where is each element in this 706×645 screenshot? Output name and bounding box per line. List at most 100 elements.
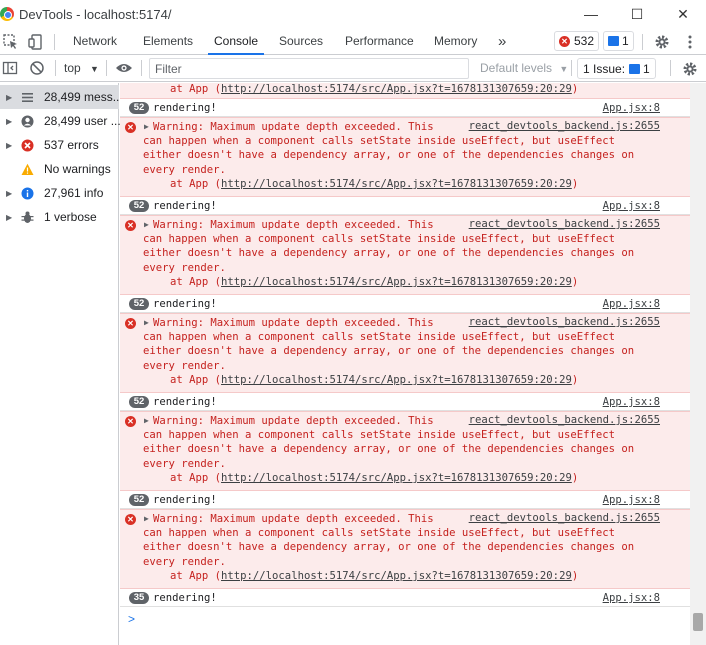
tab-network[interactable]: Network	[73, 28, 117, 55]
divider	[141, 60, 142, 76]
chrome-logo-icon	[0, 7, 14, 21]
stack-link[interactable]: http://localhost:5174/src/App.jsx?t=1678…	[221, 472, 572, 484]
console-log-row: 52 rendering! App.jsx:8	[120, 99, 690, 117]
expand-arrow-icon[interactable]: ▶	[144, 416, 149, 425]
message-icon	[608, 36, 619, 46]
inspect-element-icon[interactable]	[2, 33, 20, 51]
error-message-line: every render.	[143, 458, 226, 470]
source-link[interactable]: App.jsx:8	[603, 102, 660, 114]
context-select[interactable]: top ▼	[64, 61, 99, 75]
live-expression-eye-icon[interactable]	[115, 61, 133, 75]
stack-link[interactable]: http://localhost:5174/src/App.jsx?t=1678…	[221, 83, 572, 95]
console-log-row: 52 rendering! App.jsx:8	[120, 491, 690, 509]
error-message-line: every render.	[143, 164, 226, 176]
source-link[interactable]: react_devtools_backend.js:2655	[469, 414, 660, 426]
error-message-line: can happen when a component calls setSta…	[143, 429, 615, 441]
filter-input[interactable]	[149, 58, 469, 79]
sidebar-toggle-icon[interactable]	[2, 60, 18, 76]
expand-arrow-icon[interactable]: ▶	[6, 93, 12, 102]
tab-sources[interactable]: Sources	[279, 28, 323, 55]
error-message-line: Warning: Maximum update depth exceeded. …	[153, 317, 434, 329]
error-count-button[interactable]: ✕ 532	[554, 31, 600, 51]
expand-arrow-icon[interactable]: ▶	[144, 514, 149, 523]
source-link[interactable]: App.jsx:8	[603, 298, 660, 310]
console-settings-gear-icon[interactable]	[681, 60, 699, 78]
console-sidebar: ▶ 28,499 mess... ▶ 28,499 user ... ▶ 537…	[0, 83, 123, 645]
stack-link[interactable]: http://localhost:5174/src/App.jsx?t=1678…	[221, 374, 572, 386]
error-message-line: Warning: Maximum update depth exceeded. …	[153, 219, 434, 231]
minimize-button[interactable]: —	[568, 0, 614, 28]
sidebar-item-warnings[interactable]: No warnings	[0, 157, 119, 181]
stack-link[interactable]: http://localhost:5174/src/App.jsx?t=1678…	[221, 178, 572, 190]
error-icon: ✕	[125, 122, 136, 133]
console-log-row: 52 rendering! App.jsx:8	[120, 393, 690, 411]
log-message: rendering!	[153, 200, 217, 212]
stack-link[interactable]: http://localhost:5174/src/App.jsx?t=1678…	[221, 570, 572, 582]
error-message-line: every render.	[143, 360, 226, 372]
tab-elements[interactable]: Elements	[143, 28, 193, 55]
tab-performance[interactable]: Performance	[345, 28, 414, 55]
message-count-button[interactable]: 1	[603, 31, 634, 51]
source-link[interactable]: react_devtools_backend.js:2655	[469, 316, 660, 328]
source-link[interactable]: App.jsx:8	[603, 396, 660, 408]
settings-gear-icon[interactable]	[653, 33, 671, 51]
console-scrollbar[interactable]	[690, 83, 706, 645]
source-link[interactable]: react_devtools_backend.js:2655	[469, 218, 660, 230]
scrollbar-thumb[interactable]	[693, 613, 703, 631]
expand-arrow-icon[interactable]: ▶	[144, 220, 149, 229]
repeat-count-badge: 52	[129, 298, 149, 310]
error-message-line: either doesn't have a dependency array, …	[143, 149, 635, 161]
error-message-line: either doesn't have a dependency array, …	[143, 345, 635, 357]
source-link[interactable]: react_devtools_backend.js:2655	[469, 120, 660, 132]
bug-icon	[21, 211, 34, 223]
expand-arrow-icon[interactable]: ▶	[6, 189, 12, 198]
error-message-line: Warning: Maximum update depth exceeded. …	[153, 121, 434, 133]
expand-arrow-icon[interactable]: ▶	[144, 318, 149, 327]
error-count: 532	[574, 34, 595, 48]
console-log-row: 35 rendering! App.jsx:8	[120, 589, 690, 607]
sidebar-item-verbose[interactable]: ▶ 1 verbose	[0, 205, 119, 229]
tab-memory[interactable]: Memory	[434, 28, 477, 55]
issues-button[interactable]: 1 Issue: 1	[577, 58, 656, 79]
more-options-icon[interactable]	[681, 33, 699, 51]
title-bar: DevTools - localhost:5174/ — ☐ ✕	[0, 0, 706, 28]
sidebar-item-label: 27,961 info	[44, 186, 104, 200]
more-tabs-button[interactable]: »	[498, 28, 506, 55]
divider	[670, 60, 671, 76]
error-icon: ✕	[125, 416, 136, 427]
console-warning-row: at App (http://localhost:5174/src/App.js…	[120, 83, 690, 99]
sidebar-item-user-messages[interactable]: ▶ 28,499 user ...	[0, 109, 121, 133]
expand-arrow-icon[interactable]: ▶	[6, 117, 12, 126]
sidebar-item-errors[interactable]: ▶ 537 errors	[0, 133, 119, 157]
log-message: rendering!	[153, 396, 217, 408]
stack-trace: at App (http://localhost:5174/src/App.js…	[170, 83, 579, 95]
sidebar-item-messages[interactable]: ▶ 28,499 mess...	[0, 85, 123, 109]
stack-trace: at App (http://localhost:5174/src/App.js…	[170, 276, 579, 288]
log-message: rendering!	[153, 298, 217, 310]
tab-console[interactable]: Console	[207, 28, 265, 55]
expand-arrow-icon[interactable]: ▶	[6, 213, 12, 222]
error-message-line: every render.	[143, 556, 226, 568]
source-link[interactable]: App.jsx:8	[603, 200, 660, 212]
issues-count: 1	[643, 61, 650, 76]
stack-trace: at App (http://localhost:5174/src/App.js…	[170, 570, 579, 582]
log-message: rendering!	[153, 592, 217, 604]
log-levels-dropdown[interactable]: Default levels ▼	[480, 61, 568, 75]
clear-console-icon[interactable]	[29, 60, 45, 76]
error-message-line: every render.	[143, 262, 226, 274]
maximize-button[interactable]: ☐	[614, 0, 660, 28]
close-button[interactable]: ✕	[660, 0, 706, 28]
expand-arrow-icon[interactable]: ▶	[144, 122, 149, 131]
repeat-count-badge: 35	[129, 592, 149, 604]
repeat-count-badge: 52	[129, 200, 149, 212]
source-link[interactable]: react_devtools_backend.js:2655	[469, 512, 660, 524]
source-link[interactable]: App.jsx:8	[603, 592, 660, 604]
sidebar-item-info[interactable]: ▶ 27,961 info	[0, 181, 119, 205]
console-prompt-icon[interactable]: >	[128, 612, 135, 626]
divider	[106, 60, 107, 76]
console-error-row: ✕ ▶ Warning: Maximum update depth exceeded…	[120, 215, 690, 295]
source-link[interactable]: App.jsx:8	[603, 494, 660, 506]
device-toolbar-icon[interactable]	[27, 33, 45, 51]
stack-link[interactable]: http://localhost:5174/src/App.jsx?t=1678…	[221, 276, 572, 288]
expand-arrow-icon[interactable]: ▶	[6, 141, 12, 150]
